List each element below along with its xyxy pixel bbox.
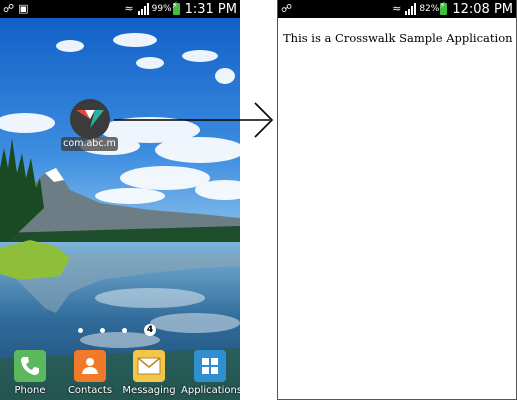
battery-icon <box>172 1 180 15</box>
page-dot[interactable] <box>78 327 83 333</box>
app-shortcut[interactable] <box>70 99 110 139</box>
dock-item-phone[interactable]: Phone <box>1 350 59 396</box>
page-indicator: 4 <box>78 324 156 336</box>
wifi-icon: ≈ <box>392 2 402 15</box>
app-screen-phone: ☍ ≈ 82% 12:08 PM This is a Crosswalk Sam… <box>277 0 517 400</box>
image-notification-icon: ▣ <box>18 2 29 15</box>
current-page-number[interactable]: 4 <box>144 324 156 336</box>
signal-icon <box>137 3 150 15</box>
status-time: 1:31 PM <box>184 1 237 17</box>
phone-icon <box>14 350 46 382</box>
battery-icon <box>439 1 448 15</box>
status-bar: ☍ ≈ 82% 12:08 PM <box>278 0 516 18</box>
home-screen-phone: ☍ ▣ ≈ 99% 1:31 PM <box>0 0 240 400</box>
status-bar: ☍ ▣ ≈ 99% 1:31 PM <box>0 0 240 18</box>
signal-icon <box>405 3 417 15</box>
usb-icon: ☍ <box>281 2 293 15</box>
page-dot[interactable] <box>122 327 127 333</box>
applications-icon <box>194 350 226 382</box>
dock-label: Applications <box>181 385 240 396</box>
app-content-text: This is a Crosswalk Sample Application <box>283 31 513 45</box>
dock-label: Contacts <box>67 385 113 396</box>
contacts-icon <box>74 350 106 382</box>
dock-item-contacts[interactable]: Contacts <box>61 350 119 396</box>
battery-percent: 82% <box>419 4 440 14</box>
page-dot[interactable] <box>100 327 105 333</box>
status-time: 12:08 PM <box>452 1 513 17</box>
battery-percent: 99% <box>151 4 172 14</box>
wallpaper <box>0 18 240 400</box>
transition-arrow-icon <box>114 102 274 138</box>
dock-label: Messaging <box>122 385 176 396</box>
crosswalk-logo-icon <box>70 99 110 139</box>
usb-icon: ☍ <box>3 2 15 15</box>
wifi-icon: ≈ <box>124 2 134 15</box>
dock-item-messaging[interactable]: Messaging <box>120 350 178 396</box>
dock-label: Phone <box>14 385 46 396</box>
dock-item-applications[interactable]: Applications <box>181 350 240 396</box>
messaging-icon <box>133 350 165 382</box>
